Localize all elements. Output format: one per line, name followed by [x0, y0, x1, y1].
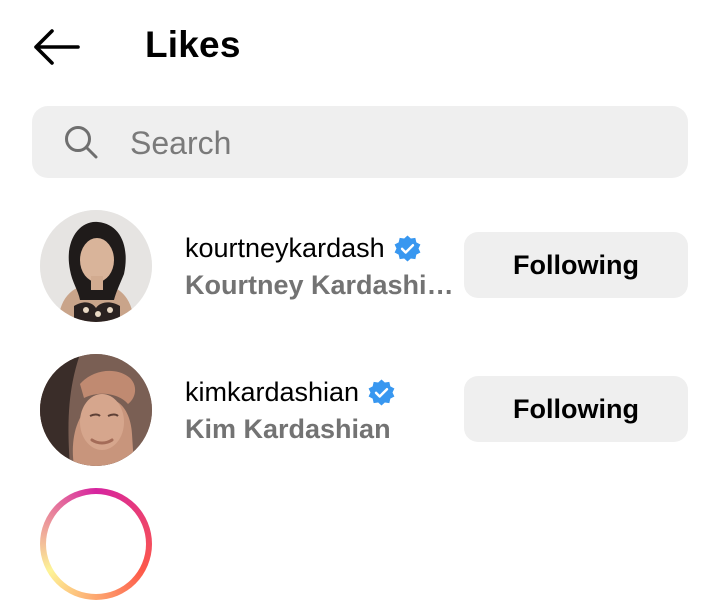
user-row[interactable]: kimkardashian Kim Kardashian Following	[0, 354, 720, 474]
following-button[interactable]: Following	[464, 376, 688, 442]
user-text: kimkardashian Kim Kardashian	[185, 374, 455, 445]
search-input[interactable]	[128, 120, 652, 166]
full-name: Kim Kardashian	[185, 414, 391, 444]
search-icon	[65, 126, 98, 159]
full-name: Kourtney Kardashia…	[185, 270, 455, 300]
verified-badge-icon	[394, 234, 421, 262]
search-bar[interactable]	[32, 106, 688, 178]
avatar[interactable]	[40, 210, 152, 322]
user-row[interactable]: kourtneykardash Kourtney Kardashia… Foll…	[0, 210, 720, 330]
back-arrow-icon	[34, 29, 80, 65]
page-title: Likes	[145, 24, 241, 65]
following-button[interactable]: Following	[464, 232, 688, 298]
header: Likes	[0, 0, 720, 96]
back-button[interactable]	[30, 26, 82, 68]
avatar-story-ring[interactable]	[40, 488, 152, 600]
username: kimkardashian	[185, 376, 360, 407]
username: kourtneykardash	[185, 232, 385, 263]
avatar[interactable]	[40, 354, 152, 466]
verified-badge-icon	[368, 378, 395, 406]
user-text: kourtneykardash Kourtney Kardashia…	[185, 230, 455, 301]
